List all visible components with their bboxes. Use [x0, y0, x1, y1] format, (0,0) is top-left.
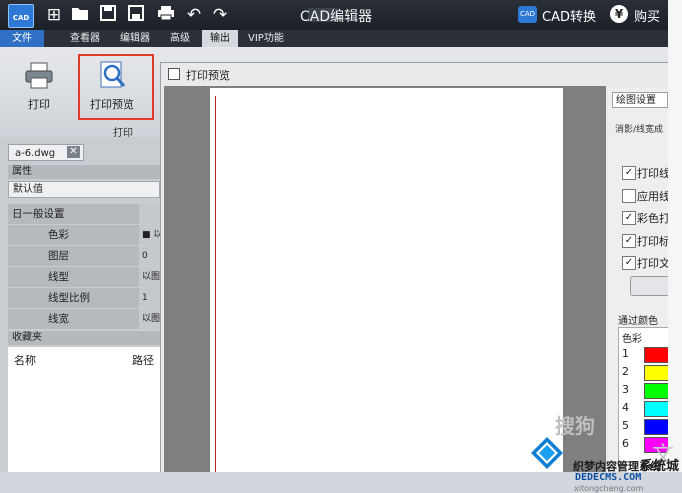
group-value — [139, 204, 160, 224]
right-edge — [668, 0, 682, 472]
fav-column-path[interactable]: 路径 — [132, 352, 154, 368]
print-icon[interactable] — [156, 5, 176, 25]
property-key: 线型比例 — [48, 292, 90, 304]
color-swatch[interactable] — [644, 347, 670, 363]
save-as-icon[interactable] — [126, 5, 146, 25]
print-button[interactable]: 打印 — [28, 96, 50, 112]
window-title: CAD编辑器 — [300, 9, 373, 25]
add-icon[interactable]: ⊞ — [44, 5, 64, 25]
by-color-label: 通过颜色 — [618, 316, 658, 327]
save-icon[interactable] — [98, 5, 118, 25]
checkbox[interactable] — [622, 189, 636, 203]
property-row[interactable]: 图层 0 — [8, 246, 160, 267]
color-swatch[interactable] — [644, 419, 670, 435]
windows-logo-icon — [530, 436, 564, 470]
properties-header: 属性 — [8, 165, 160, 179]
close-icon[interactable]: ✕ — [67, 146, 80, 158]
property-value: ■ 以 — [139, 225, 160, 245]
property-table: 日一般设置 色彩 ■ 以 图层 0 线型 以图 线型比例 1 线宽 以图 — [8, 204, 160, 330]
property-row[interactable]: 线型比例 1 — [8, 288, 160, 309]
color-swatch[interactable] — [644, 401, 670, 417]
tab-editor[interactable]: 编辑器 — [112, 30, 158, 47]
preview-paper — [210, 88, 563, 472]
checkbox-label: 打印标 — [637, 235, 668, 248]
tab-advanced[interactable]: 高级 — [162, 30, 198, 47]
line-width-label: 消影/线宽成 — [615, 125, 664, 135]
color-index: 6 — [622, 437, 629, 450]
property-key: 线宽 — [48, 313, 69, 325]
color-index: 4 — [622, 401, 629, 414]
color-swatch[interactable] — [644, 365, 670, 381]
cad-convert-icon[interactable]: CAD — [518, 6, 537, 23]
color-index: 3 — [622, 383, 629, 396]
property-value: 0 — [139, 246, 160, 266]
paper-margin-line — [215, 96, 216, 472]
color-index: 2 — [622, 365, 629, 378]
tab-viewer[interactable]: 查看器 — [62, 30, 108, 47]
checkbox-label: 打印文 — [637, 257, 668, 270]
property-value: 1 — [139, 288, 160, 308]
yen-icon[interactable]: ¥ — [610, 5, 628, 23]
redo-icon[interactable]: ↷ — [210, 5, 230, 25]
color-index: 1 — [622, 347, 629, 360]
property-value: 以图 — [139, 267, 160, 287]
group-label: 日一般设置 — [12, 208, 65, 220]
property-key: 线型 — [48, 271, 69, 283]
tab-vip[interactable]: VIP功能 — [240, 30, 292, 47]
printer-icon[interactable] — [24, 62, 54, 93]
checkbox-label: 打印线 — [637, 167, 668, 180]
cad-convert-button[interactable]: CAD转换 — [542, 6, 596, 25]
property-value: 以图 — [139, 309, 160, 329]
checkbox[interactable]: ✓ — [622, 211, 636, 225]
tab-plot-settings[interactable]: 绘图设置 — [612, 92, 668, 108]
tab-file[interactable]: 文件 — [0, 30, 44, 47]
undo-icon[interactable]: ↶ — [184, 5, 204, 25]
preview-highlight-box — [78, 54, 154, 120]
preview-window-title: 打印预览 — [186, 69, 230, 82]
tab-output[interactable]: 输出 — [202, 30, 238, 47]
title-bar: CAD ⊞ ↶ ↷ CAD编辑器 CAD CAD转换 ¥ 购买 — [0, 0, 668, 30]
color-column-header: 色彩 — [622, 334, 642, 345]
sogou-watermark: 搜狗 — [555, 414, 595, 438]
site-url2-watermark: xitongcheng.com — [574, 484, 644, 493]
property-row[interactable]: 线型 以图 — [8, 267, 160, 288]
property-group[interactable]: 日一般设置 — [8, 204, 160, 225]
checkbox[interactable]: ✓ — [622, 166, 636, 180]
checkbox-label: 彩色打 — [637, 212, 668, 225]
checkbox[interactable]: ✓ — [622, 234, 636, 248]
checkbox[interactable]: ✓ — [622, 256, 636, 270]
settings-button[interactable] — [630, 276, 670, 296]
open-folder-icon[interactable] — [70, 5, 90, 25]
property-key: 图层 — [48, 250, 69, 262]
color-swatch[interactable] — [644, 383, 670, 399]
fav-column-name[interactable]: 名称 — [14, 352, 36, 368]
property-row[interactable]: 线宽 以图 — [8, 309, 160, 330]
color-index: 5 — [622, 419, 629, 432]
buy-button[interactable]: 购买 — [634, 6, 660, 25]
preview-window-icon — [168, 68, 180, 80]
property-key: 色彩 — [48, 229, 69, 241]
site-url-watermark: DEDECMS.COM — [575, 472, 642, 483]
app-logo-icon: CAD — [8, 4, 34, 28]
default-value-select[interactable]: 默认值 — [8, 181, 160, 198]
checkbox-label: 应用线 — [637, 190, 668, 203]
menu-bar: 文件 查看器 编辑器 高级 输出 VIP功能 — [0, 30, 668, 47]
property-row[interactable]: 色彩 ■ 以 — [8, 225, 160, 246]
favorites-header: 收藏夹 — [8, 331, 160, 345]
